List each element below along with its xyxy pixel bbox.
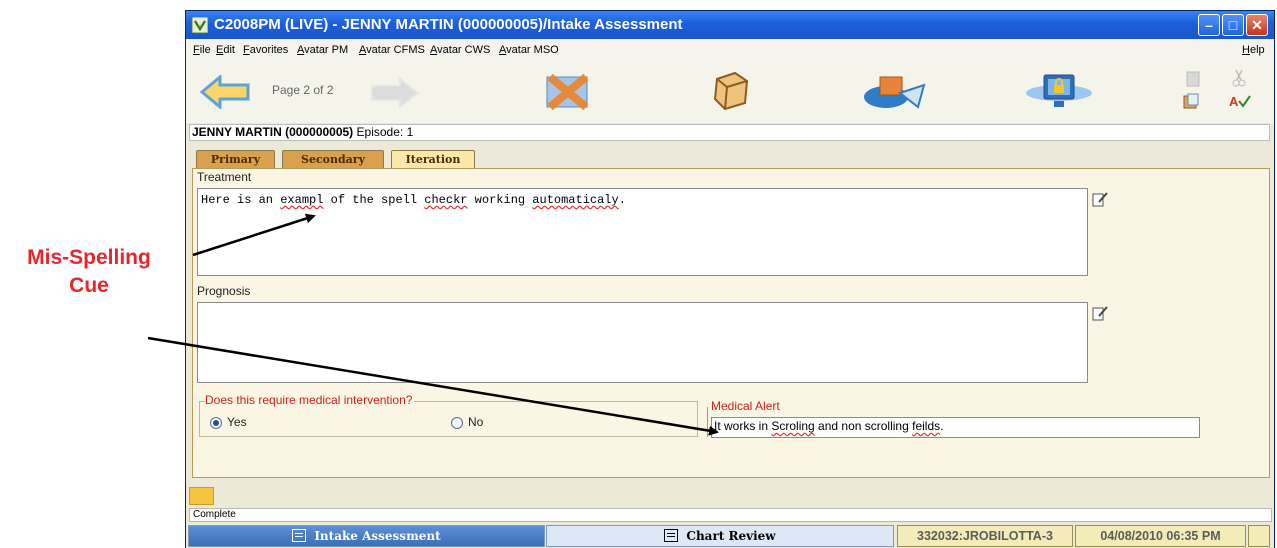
form-taskbar: Intake Assessment Chart Review 332032:JR… [186, 524, 1274, 548]
treatment-textarea[interactable]: Here is an exampl of the spell checkr wo… [197, 188, 1088, 276]
maximize-button[interactable]: □ [1222, 14, 1244, 36]
annotation-label-line2: Cue [69, 274, 109, 297]
task-chart-label: Chart Review [686, 529, 776, 543]
minimize-button[interactable]: – [1198, 14, 1220, 36]
episode-label: Episode: 1 [356, 125, 414, 139]
treatment-text: of the spell [323, 193, 425, 207]
prognosis-label: Prognosis [197, 284, 251, 298]
svg-text:A: A [1229, 94, 1239, 109]
minimize-icon: – [1205, 17, 1213, 33]
medical-intervention-label: Does this require medical intervention? [205, 393, 415, 407]
cut-icon [1232, 69, 1246, 87]
annotation-label-line1: Mis-Spelling [27, 246, 151, 269]
menu-favorites[interactable]: Favorites [243, 39, 288, 61]
tab-iteration[interactable]: Iteration [391, 150, 475, 168]
menu-avatar-mso[interactable]: Avatar MSO [499, 39, 559, 61]
treatment-text: . [618, 193, 626, 207]
misspelled-word: automaticaly [532, 193, 619, 207]
menu-avatar-cws[interactable]: Avatar CWS [430, 39, 490, 61]
tab-secondary[interactable]: Secondary [282, 150, 384, 168]
annotation-label: Mis-Spelling Cue [14, 244, 164, 300]
no-radio[interactable] [451, 417, 463, 429]
menu-avatar-cfms[interactable]: Avatar CFMS [359, 39, 425, 61]
close-button[interactable]: ✕ [1246, 14, 1268, 36]
page-tab[interactable] [189, 487, 214, 505]
medical-alert-text: It works in [714, 419, 772, 433]
form-icon [292, 529, 307, 542]
task-chart-review[interactable]: Chart Review [546, 525, 894, 547]
no-label: No [468, 415, 484, 429]
client-name: JENNY MARTIN (000000005) [192, 125, 354, 139]
datetime-badge: 04/08/2010 06:35 PM [1075, 525, 1246, 547]
menu-edit[interactable]: Edit [216, 39, 235, 61]
status-bar: Complete [189, 508, 1272, 522]
form-panel: Treatment Here is an exampl of the spell… [192, 168, 1270, 478]
task-intake-assessment[interactable]: Intake Assessment [188, 525, 545, 547]
back-arrow-icon[interactable] [200, 75, 250, 109]
edit-note-icon[interactable] [1092, 191, 1108, 207]
misspelled-word: checkr [424, 193, 468, 207]
menu-help[interactable]: Help [1242, 39, 1265, 61]
menu-avatar-pm[interactable]: Avatar PM [297, 39, 348, 61]
client-info-bar: JENNY MARTIN (000000005) Episode: 1 [189, 124, 1270, 141]
toolbar: Page 2 of 2 A [186, 61, 1274, 123]
misspelled-word: Scroling [771, 419, 815, 433]
medical-alert-text: and non scrolling [814, 419, 913, 433]
application-window: C2008PM (LIVE) - JENNY MARTIN (000000005… [185, 10, 1275, 548]
status-text: Complete [193, 509, 236, 520]
discard-x-icon[interactable] [544, 71, 592, 111]
close-icon: ✕ [1251, 17, 1263, 33]
spellcheck-icon[interactable]: A [1229, 93, 1251, 109]
prognosis-textarea[interactable] [197, 302, 1088, 383]
task-intake-label: Intake Assessment [314, 529, 441, 543]
copy-icon [1186, 71, 1200, 87]
forward-arrow-icon [371, 77, 420, 109]
window-title: C2008PM (LIVE) - JENNY MARTIN (000000005… [214, 16, 683, 33]
form-icon [664, 529, 679, 542]
maximize-icon: □ [1228, 17, 1238, 33]
yes-label: Yes [227, 415, 247, 429]
submit-icon[interactable] [862, 71, 932, 111]
user-badge: 332032:JROBILOTTA-3 [897, 525, 1073, 547]
tab-primary[interactable]: Primary [196, 150, 275, 168]
misspelled-word: exampl [280, 193, 324, 207]
form-icon[interactable] [711, 69, 751, 111]
divider [707, 407, 708, 437]
title-bar[interactable]: C2008PM (LIVE) - JENNY MARTIN (000000005… [186, 11, 1274, 39]
treatment-text: working [467, 193, 533, 207]
app-icon [192, 17, 208, 33]
yes-radio[interactable] [210, 417, 222, 429]
lock-monitor-icon[interactable] [1024, 71, 1094, 111]
paste-icon[interactable] [1182, 93, 1200, 109]
menu-bar: File Edit Favorites Avatar PM Avatar CFM… [186, 39, 1274, 61]
medical-alert-label: Medical Alert [711, 399, 782, 413]
misspelled-word: feilds [912, 419, 941, 433]
medical-alert-input[interactable]: It works in Scroling and non scrolling f… [711, 417, 1200, 438]
edit-note-icon[interactable] [1092, 305, 1108, 321]
page-tab-strip [186, 483, 1274, 507]
medical-alert-text: . [940, 419, 944, 433]
tray-slot [1248, 525, 1270, 547]
menu-file[interactable]: File [193, 39, 211, 61]
treatment-label: Treatment [197, 170, 252, 184]
page-indicator: Page 2 of 2 [272, 83, 334, 97]
treatment-text: Here is an [201, 193, 281, 207]
